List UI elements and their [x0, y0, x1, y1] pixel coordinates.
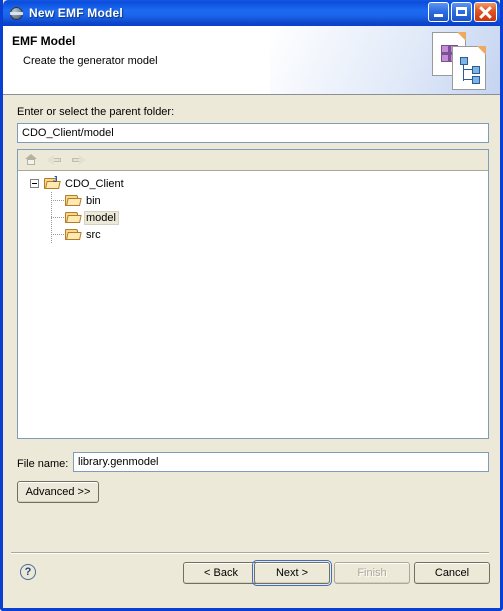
folder-icon — [65, 228, 82, 241]
folder-tree-panel[interactable]: J CDO_Client bin model src — [17, 149, 489, 439]
collapse-toggle-icon[interactable] — [30, 179, 39, 188]
tree-row-src[interactable]: src — [18, 226, 488, 243]
wizard-header: EMF Model Create the generator model — [3, 26, 500, 95]
parent-folder-input[interactable] — [17, 123, 489, 143]
window-title: New EMF Model — [29, 6, 123, 20]
folder-icon — [65, 194, 82, 207]
cancel-button[interactable]: Cancel — [414, 562, 490, 584]
back-button[interactable]: < Back — [183, 562, 259, 584]
page-description: Create the generator model — [23, 55, 158, 67]
next-button[interactable]: Next > — [252, 560, 332, 586]
forward-arrow-icon[interactable] — [70, 152, 88, 168]
file-name-input[interactable] — [73, 452, 489, 472]
eclipse-globe-icon — [9, 6, 24, 21]
tree-row-project[interactable]: J CDO_Client — [18, 175, 488, 192]
tree-item-label: CDO_Client — [65, 177, 124, 190]
tree-area[interactable]: J CDO_Client bin model src — [18, 171, 488, 438]
page-title: EMF Model — [12, 34, 76, 48]
tree-item-label: src — [86, 228, 101, 241]
parent-folder-label: Enter or select the parent folder: — [17, 106, 175, 118]
new-emf-model-dialog: New EMF Model EMF Model Create the gener… — [0, 0, 503, 611]
java-project-folder-icon: J — [44, 176, 61, 190]
title-bar[interactable]: New EMF Model — [3, 0, 500, 26]
footer-separator — [11, 552, 489, 554]
dialog-body: Enter or select the parent folder: CDO_C… — [3, 95, 500, 604]
finish-button: Finish — [334, 562, 410, 584]
minimize-button[interactable] — [428, 2, 449, 22]
back-arrow-icon[interactable] — [46, 152, 64, 168]
tree-row-bin[interactable]: bin — [18, 192, 488, 209]
emf-model-banner-icon — [430, 30, 492, 92]
tree-toolbar — [18, 150, 488, 171]
advanced-button[interactable]: Advanced >> — [17, 481, 99, 503]
tree-row-model[interactable]: model — [18, 209, 488, 226]
tree-item-label: bin — [86, 194, 101, 207]
window-controls — [428, 2, 497, 22]
tree-item-label-selected: model — [84, 210, 119, 225]
folder-icon — [65, 211, 82, 224]
home-icon[interactable] — [22, 152, 40, 168]
close-button[interactable] — [474, 2, 497, 22]
help-icon[interactable]: ? — [20, 564, 36, 580]
maximize-button[interactable] — [451, 2, 472, 22]
file-name-label: File name: — [17, 458, 69, 470]
